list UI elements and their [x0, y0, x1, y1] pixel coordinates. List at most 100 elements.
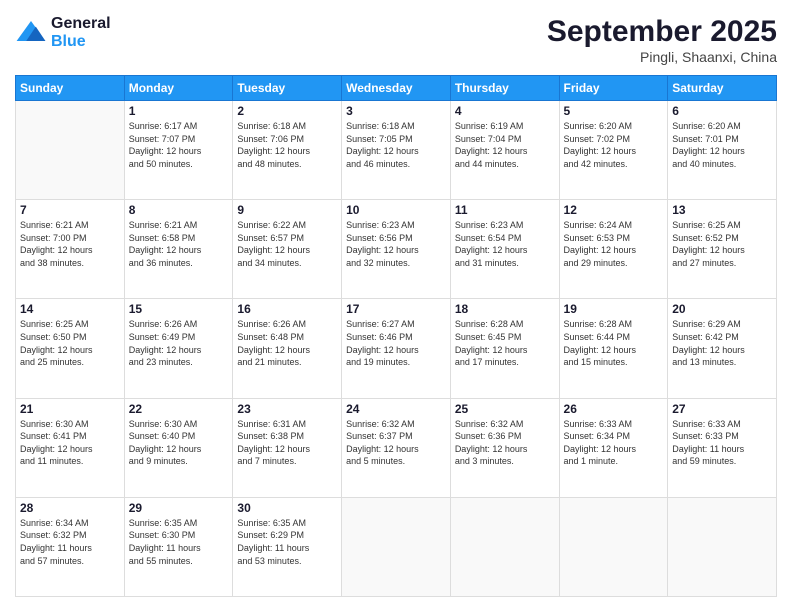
day-number: 17: [346, 302, 446, 316]
calendar-body: 1Sunrise: 6:17 AMSunset: 7:07 PMDaylight…: [16, 101, 777, 597]
cell-info-line: Daylight: 12 hours: [455, 344, 555, 357]
day-number: 21: [20, 402, 120, 416]
cell-info-line: Sunset: 6:42 PM: [672, 331, 772, 344]
day-number: 15: [129, 302, 229, 316]
logo-text: General Blue: [51, 15, 111, 51]
logo: General Blue: [15, 15, 111, 51]
day-number: 1: [129, 104, 229, 118]
cell-info-line: Daylight: 12 hours: [564, 145, 664, 158]
day-number: 5: [564, 104, 664, 118]
day-number: 23: [237, 402, 337, 416]
cell-info-line: Daylight: 12 hours: [455, 443, 555, 456]
col-saturday: Saturday: [668, 76, 777, 101]
cell-info-line: Daylight: 12 hours: [455, 145, 555, 158]
week-row-3: 14Sunrise: 6:25 AMSunset: 6:50 PMDayligh…: [16, 299, 777, 398]
cell-info-line: Daylight: 11 hours: [672, 443, 772, 456]
day-number: 6: [672, 104, 772, 118]
cell-w3-d4: 17Sunrise: 6:27 AMSunset: 6:46 PMDayligh…: [342, 299, 451, 398]
cell-info-line: Sunset: 6:40 PM: [129, 430, 229, 443]
cell-w3-d5: 18Sunrise: 6:28 AMSunset: 6:45 PMDayligh…: [450, 299, 559, 398]
day-number: 29: [129, 501, 229, 515]
cell-info-line: Daylight: 12 hours: [20, 344, 120, 357]
col-friday: Friday: [559, 76, 668, 101]
cell-info-line: Daylight: 11 hours: [20, 542, 120, 555]
cell-info-line: and 38 minutes.: [20, 257, 120, 270]
cell-info-line: Sunset: 6:44 PM: [564, 331, 664, 344]
cell-info-line: Daylight: 12 hours: [672, 344, 772, 357]
week-row-2: 7Sunrise: 6:21 AMSunset: 7:00 PMDaylight…: [16, 200, 777, 299]
day-number: 8: [129, 203, 229, 217]
day-number: 10: [346, 203, 446, 217]
cell-info-line: Sunrise: 6:23 AM: [346, 219, 446, 232]
cell-info-line: Sunset: 6:41 PM: [20, 430, 120, 443]
cell-w5-d7: [668, 497, 777, 596]
cell-info-line: Sunset: 6:50 PM: [20, 331, 120, 344]
cell-info-line: Sunrise: 6:25 AM: [20, 318, 120, 331]
day-number: 24: [346, 402, 446, 416]
cell-w4-d4: 24Sunrise: 6:32 AMSunset: 6:37 PMDayligh…: [342, 398, 451, 497]
day-number: 3: [346, 104, 446, 118]
cell-info-line: Sunset: 6:45 PM: [455, 331, 555, 344]
cell-info-line: Daylight: 12 hours: [237, 244, 337, 257]
cell-w1-d1: [16, 101, 125, 200]
cell-info-line: Sunset: 6:58 PM: [129, 232, 229, 245]
cell-w4-d2: 22Sunrise: 6:30 AMSunset: 6:40 PMDayligh…: [124, 398, 233, 497]
title-section: September 2025 Pingli, Shaanxi, China: [547, 15, 777, 65]
cell-info-line: and 44 minutes.: [455, 158, 555, 171]
cell-info-line: Sunrise: 6:26 AM: [129, 318, 229, 331]
cell-info-line: Daylight: 12 hours: [237, 145, 337, 158]
day-number: 28: [20, 501, 120, 515]
cell-info-line: and 15 minutes.: [564, 356, 664, 369]
cell-info-line: and 19 minutes.: [346, 356, 446, 369]
cell-w1-d3: 2Sunrise: 6:18 AMSunset: 7:06 PMDaylight…: [233, 101, 342, 200]
cell-w2-d3: 9Sunrise: 6:22 AMSunset: 6:57 PMDaylight…: [233, 200, 342, 299]
cell-info-line: Sunset: 7:06 PM: [237, 133, 337, 146]
cell-info-line: Daylight: 12 hours: [237, 443, 337, 456]
cell-info-line: and 7 minutes.: [237, 455, 337, 468]
cell-info-line: and 23 minutes.: [129, 356, 229, 369]
day-number: 4: [455, 104, 555, 118]
cell-info-line: Sunrise: 6:34 AM: [20, 517, 120, 530]
cell-info-line: Sunrise: 6:21 AM: [20, 219, 120, 232]
day-number: 26: [564, 402, 664, 416]
cell-w1-d4: 3Sunrise: 6:18 AMSunset: 7:05 PMDaylight…: [342, 101, 451, 200]
day-number: 11: [455, 203, 555, 217]
cell-info-line: Sunset: 7:07 PM: [129, 133, 229, 146]
cell-info-line: Sunrise: 6:28 AM: [455, 318, 555, 331]
cell-info-line: and 17 minutes.: [455, 356, 555, 369]
cell-info-line: and 36 minutes.: [129, 257, 229, 270]
location: Pingli, Shaanxi, China: [547, 49, 777, 65]
cell-w4-d5: 25Sunrise: 6:32 AMSunset: 6:36 PMDayligh…: [450, 398, 559, 497]
cell-w1-d6: 5Sunrise: 6:20 AMSunset: 7:02 PMDaylight…: [559, 101, 668, 200]
col-thursday: Thursday: [450, 76, 559, 101]
cell-info-line: Daylight: 12 hours: [129, 244, 229, 257]
cell-info-line: and 27 minutes.: [672, 257, 772, 270]
cell-info-line: and 21 minutes.: [237, 356, 337, 369]
day-number: 19: [564, 302, 664, 316]
cell-info-line: and 9 minutes.: [129, 455, 229, 468]
cell-info-line: Sunrise: 6:28 AM: [564, 318, 664, 331]
cell-info-line: Daylight: 12 hours: [20, 244, 120, 257]
cell-info-line: Sunset: 6:38 PM: [237, 430, 337, 443]
cell-w1-d5: 4Sunrise: 6:19 AMSunset: 7:04 PMDaylight…: [450, 101, 559, 200]
header: General Blue September 2025 Pingli, Shaa…: [15, 15, 777, 65]
cell-w5-d1: 28Sunrise: 6:34 AMSunset: 6:32 PMDayligh…: [16, 497, 125, 596]
cell-info-line: Daylight: 12 hours: [346, 244, 446, 257]
day-number: 22: [129, 402, 229, 416]
day-number: 9: [237, 203, 337, 217]
col-tuesday: Tuesday: [233, 76, 342, 101]
cell-info-line: and 13 minutes.: [672, 356, 772, 369]
cell-info-line: and 57 minutes.: [20, 555, 120, 568]
cell-info-line: Sunset: 6:48 PM: [237, 331, 337, 344]
cell-info-line: Sunset: 6:29 PM: [237, 529, 337, 542]
cell-w4-d7: 27Sunrise: 6:33 AMSunset: 6:33 PMDayligh…: [668, 398, 777, 497]
cell-info-line: and 31 minutes.: [455, 257, 555, 270]
week-row-1: 1Sunrise: 6:17 AMSunset: 7:07 PMDaylight…: [16, 101, 777, 200]
cell-info-line: Sunset: 6:53 PM: [564, 232, 664, 245]
month-title: September 2025: [547, 15, 777, 49]
cell-info-line: Daylight: 12 hours: [129, 344, 229, 357]
cell-info-line: Daylight: 12 hours: [564, 344, 664, 357]
cell-info-line: Daylight: 12 hours: [237, 344, 337, 357]
cell-info-line: and 34 minutes.: [237, 257, 337, 270]
cell-info-line: Sunset: 6:33 PM: [672, 430, 772, 443]
